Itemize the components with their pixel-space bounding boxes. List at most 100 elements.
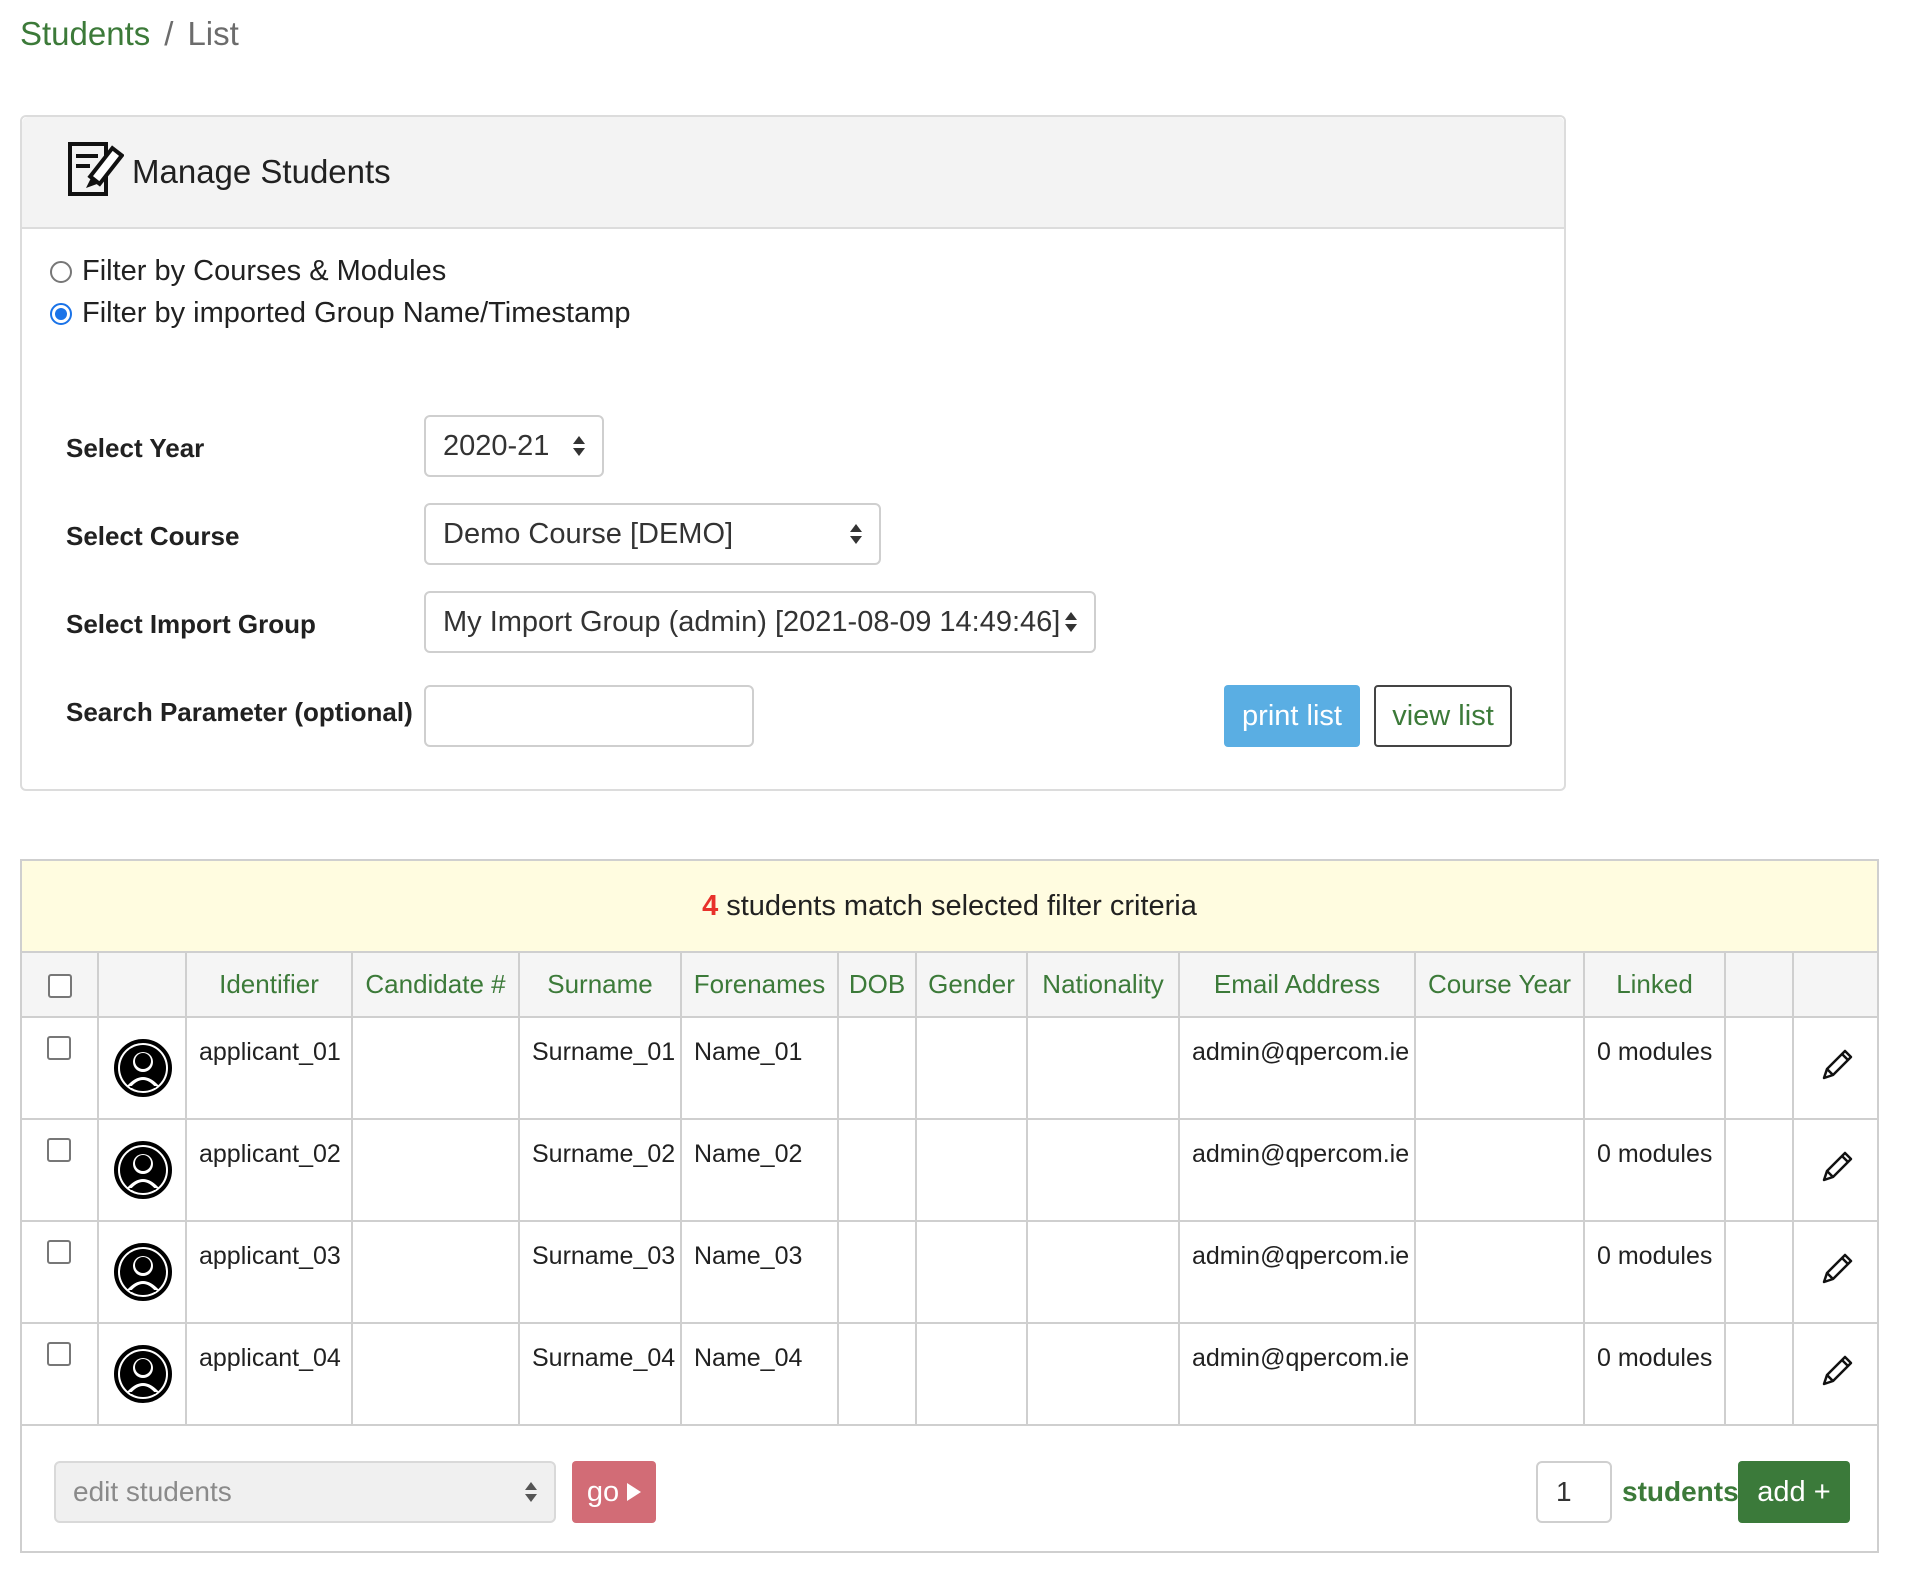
cell-email: admin@qpercom.ie — [1192, 1038, 1410, 1066]
cell-forenames: Name_03 — [694, 1242, 803, 1270]
select-caret-icon — [850, 524, 862, 544]
cell-course-year — [1416, 1324, 1583, 1344]
cell-course-year — [1416, 1222, 1583, 1242]
column-header-identifier[interactable]: Identifier — [185, 953, 353, 1018]
search-input[interactable] — [424, 685, 754, 747]
table-footer: edit students go 1 students add + — [22, 1426, 1877, 1560]
select-year-label: Select Year — [66, 433, 205, 463]
avatar-icon — [114, 1039, 172, 1097]
filter-courses-radio[interactable] — [50, 260, 72, 283]
filter-option-import-group[interactable]: Filter by imported Group Name/Timestamp — [50, 297, 630, 330]
cell-linked: 0 modules — [1597, 1344, 1713, 1372]
print-list-button[interactable]: print list — [1224, 685, 1360, 747]
column-header-surname[interactable]: Surname — [518, 953, 682, 1018]
pencil-edit-icon[interactable] — [1818, 1148, 1856, 1186]
column-header-course-year[interactable]: Course Year — [1414, 953, 1585, 1018]
column-header-linked[interactable]: Linked — [1583, 953, 1726, 1018]
students-table: Identifier Candidate # Surname Forenames… — [22, 953, 1877, 1426]
table-row: applicant_01 Surname_01 Name_01 admin@qp… — [22, 1016, 1877, 1120]
cell-nationality — [1028, 1324, 1178, 1344]
cell-course-year — [1416, 1120, 1583, 1140]
search-parameter-label: Search Parameter (optional) — [66, 697, 413, 727]
cell-forenames: Name_04 — [694, 1344, 803, 1372]
match-message: students match selected filter criteria — [726, 889, 1197, 922]
column-header-nationality[interactable]: Nationality — [1026, 953, 1180, 1018]
select-all-checkbox[interactable] — [47, 974, 72, 999]
add-students-button[interactable]: add + — [1738, 1461, 1850, 1523]
pencil-edit-icon[interactable] — [1818, 1352, 1856, 1390]
bulk-action-value: edit students — [73, 1476, 232, 1507]
go-button[interactable]: go — [572, 1461, 656, 1523]
cell-dob — [839, 1120, 915, 1140]
play-arrow-icon — [627, 1483, 642, 1501]
filter-import-group-radio[interactable] — [50, 302, 72, 325]
cell-identifier: applicant_04 — [199, 1344, 341, 1372]
bulk-action-select[interactable]: edit students — [54, 1461, 556, 1523]
cell-email: admin@qpercom.ie — [1192, 1242, 1410, 1270]
filter-option-courses[interactable]: Filter by Courses & Modules — [50, 255, 446, 288]
match-banner: 4 students match selected filter criteri… — [22, 861, 1877, 953]
import-group-select-value: My Import Group (admin) [2021-08-09 14:4… — [443, 605, 1061, 638]
cell-surname: Surname_03 — [532, 1242, 676, 1270]
column-header-forenames[interactable]: Forenames — [680, 953, 839, 1018]
panel-header: Manage Students — [22, 117, 1564, 229]
go-label: go — [586, 1475, 620, 1508]
year-select[interactable]: 2020-21 — [424, 415, 604, 477]
cell-blank — [1724, 1220, 1794, 1324]
select-course-label: Select Course — [66, 521, 240, 551]
column-header-edit — [1792, 953, 1877, 1018]
results-section: 4 students match selected filter criteri… — [20, 859, 1879, 1553]
cell-linked: 0 modules — [1597, 1242, 1713, 1270]
cell-gender — [917, 1324, 1026, 1344]
breadcrumb-separator: / — [164, 15, 174, 52]
add-count-input[interactable]: 1 — [1536, 1461, 1612, 1523]
cell-email: admin@qpercom.ie — [1192, 1140, 1410, 1168]
cell-surname: Surname_01 — [532, 1038, 676, 1066]
select-import-group-label: Select Import Group — [66, 609, 316, 639]
pencil-edit-icon[interactable] — [1818, 1250, 1856, 1288]
column-header-gender[interactable]: Gender — [915, 953, 1028, 1018]
column-header-candidate[interactable]: Candidate # — [351, 953, 520, 1018]
select-caret-icon — [525, 1482, 537, 1502]
cell-nationality — [1028, 1018, 1178, 1038]
select-caret-icon — [1065, 612, 1077, 632]
add-count-unit: students — [1622, 1476, 1739, 1507]
cell-nationality — [1028, 1120, 1178, 1140]
cell-blank — [1724, 1118, 1794, 1222]
avatar-icon — [114, 1243, 172, 1301]
cell-dob — [839, 1018, 915, 1038]
row-checkbox[interactable] — [47, 1240, 71, 1264]
column-header-dob[interactable]: DOB — [837, 953, 917, 1018]
breadcrumb: Students / List — [20, 14, 239, 54]
course-select[interactable]: Demo Course [DEMO] — [424, 503, 881, 565]
column-header-email[interactable]: Email Address — [1178, 953, 1416, 1018]
table-row: applicant_02 Surname_02 Name_02 admin@qp… — [22, 1118, 1877, 1222]
table-row: applicant_04 Surname_04 Name_04 admin@qp… — [22, 1322, 1877, 1426]
cell-linked: 0 modules — [1597, 1140, 1713, 1168]
row-checkbox[interactable] — [47, 1138, 71, 1162]
cell-gender — [917, 1018, 1026, 1038]
cell-candidate — [353, 1324, 518, 1344]
row-checkbox[interactable] — [47, 1342, 71, 1366]
cell-dob — [839, 1324, 915, 1344]
import-group-select[interactable]: My Import Group (admin) [2021-08-09 14:4… — [424, 591, 1096, 653]
cell-identifier: applicant_01 — [199, 1038, 341, 1066]
select-caret-icon — [573, 436, 585, 456]
breadcrumb-current: List — [187, 15, 239, 52]
cell-forenames: Name_01 — [694, 1038, 803, 1066]
avatar-icon — [114, 1345, 172, 1403]
cell-nationality — [1028, 1222, 1178, 1242]
cell-blank — [1724, 1322, 1794, 1426]
pencil-edit-icon[interactable] — [1818, 1046, 1856, 1084]
row-checkbox[interactable] — [47, 1036, 71, 1060]
breadcrumb-students-link[interactable]: Students — [20, 15, 150, 52]
manage-students-panel: Manage Students Filter by Courses & Modu… — [20, 115, 1566, 791]
table-row: applicant_03 Surname_03 Name_03 admin@qp… — [22, 1220, 1877, 1324]
match-count: 4 — [702, 889, 719, 922]
cell-gender — [917, 1120, 1026, 1140]
manage-document-icon — [64, 140, 125, 205]
cell-blank — [1724, 1016, 1794, 1120]
view-list-button[interactable]: view list — [1374, 685, 1512, 747]
cell-candidate — [353, 1120, 518, 1140]
panel-title: Manage Students — [132, 153, 391, 190]
